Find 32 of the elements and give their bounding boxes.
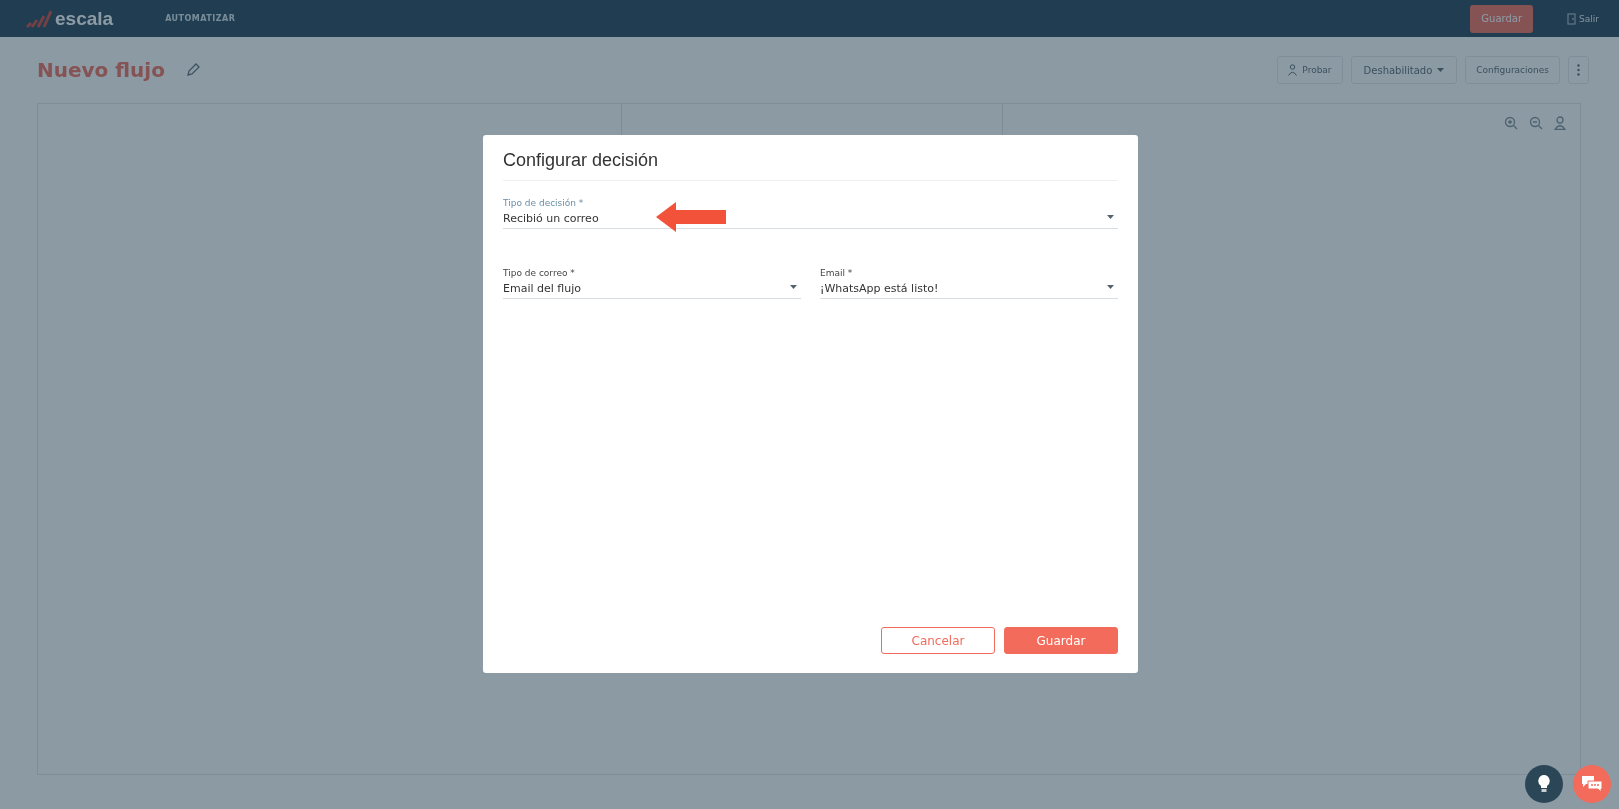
caret-icon: [1107, 285, 1114, 289]
pencil-icon[interactable]: [184, 62, 201, 78]
flow-title: Nuevo flujo: [37, 58, 165, 82]
vertical-dots-icon: [1577, 64, 1580, 76]
person-icon: [1288, 64, 1298, 76]
status-dropdown[interactable]: Deshabilitado: [1350, 56, 1458, 84]
select-field[interactable]: Tipo de decisión * Recibió un correo: [503, 198, 1118, 229]
nav-link[interactable]: AUTOMATIZAR: [165, 14, 236, 23]
exit-link[interactable]: Salir: [1579, 13, 1599, 24]
zoom-out-icon[interactable]: [1529, 116, 1543, 130]
caret-icon: [1437, 68, 1445, 72]
dialog-title: Configurar decisión: [503, 135, 1118, 181]
settings-button[interactable]: Configuraciones: [1465, 56, 1560, 84]
save-button[interactable]: Guardar: [1470, 4, 1534, 33]
select-field[interactable]: Email * ¡WhatsApp está listo!: [820, 268, 1118, 299]
caret-icon: [1107, 215, 1114, 219]
cancel-button[interactable]: Cancelar: [881, 627, 995, 654]
caret-icon: [790, 285, 797, 289]
arrow-annotation-icon: [656, 202, 726, 232]
save-button[interactable]: Guardar: [1004, 627, 1118, 654]
exit-door-icon: [1567, 12, 1577, 25]
more-options-button[interactable]: [1568, 56, 1589, 84]
logo-bars-icon: [26, 9, 52, 28]
select-field[interactable]: Tipo de correo * Email del flujo: [503, 268, 801, 299]
logo-text: escala: [55, 7, 114, 30]
lightbulb-button[interactable]: [1525, 765, 1563, 803]
person-icon[interactable]: [1554, 116, 1566, 130]
zoom-in-icon[interactable]: [1504, 116, 1518, 130]
chat-bubbles-icon: [1581, 775, 1603, 793]
test-button[interactable]: Probar: [1277, 56, 1343, 84]
chat-button[interactable]: [1573, 765, 1611, 803]
lightbulb-icon: [1538, 775, 1550, 793]
